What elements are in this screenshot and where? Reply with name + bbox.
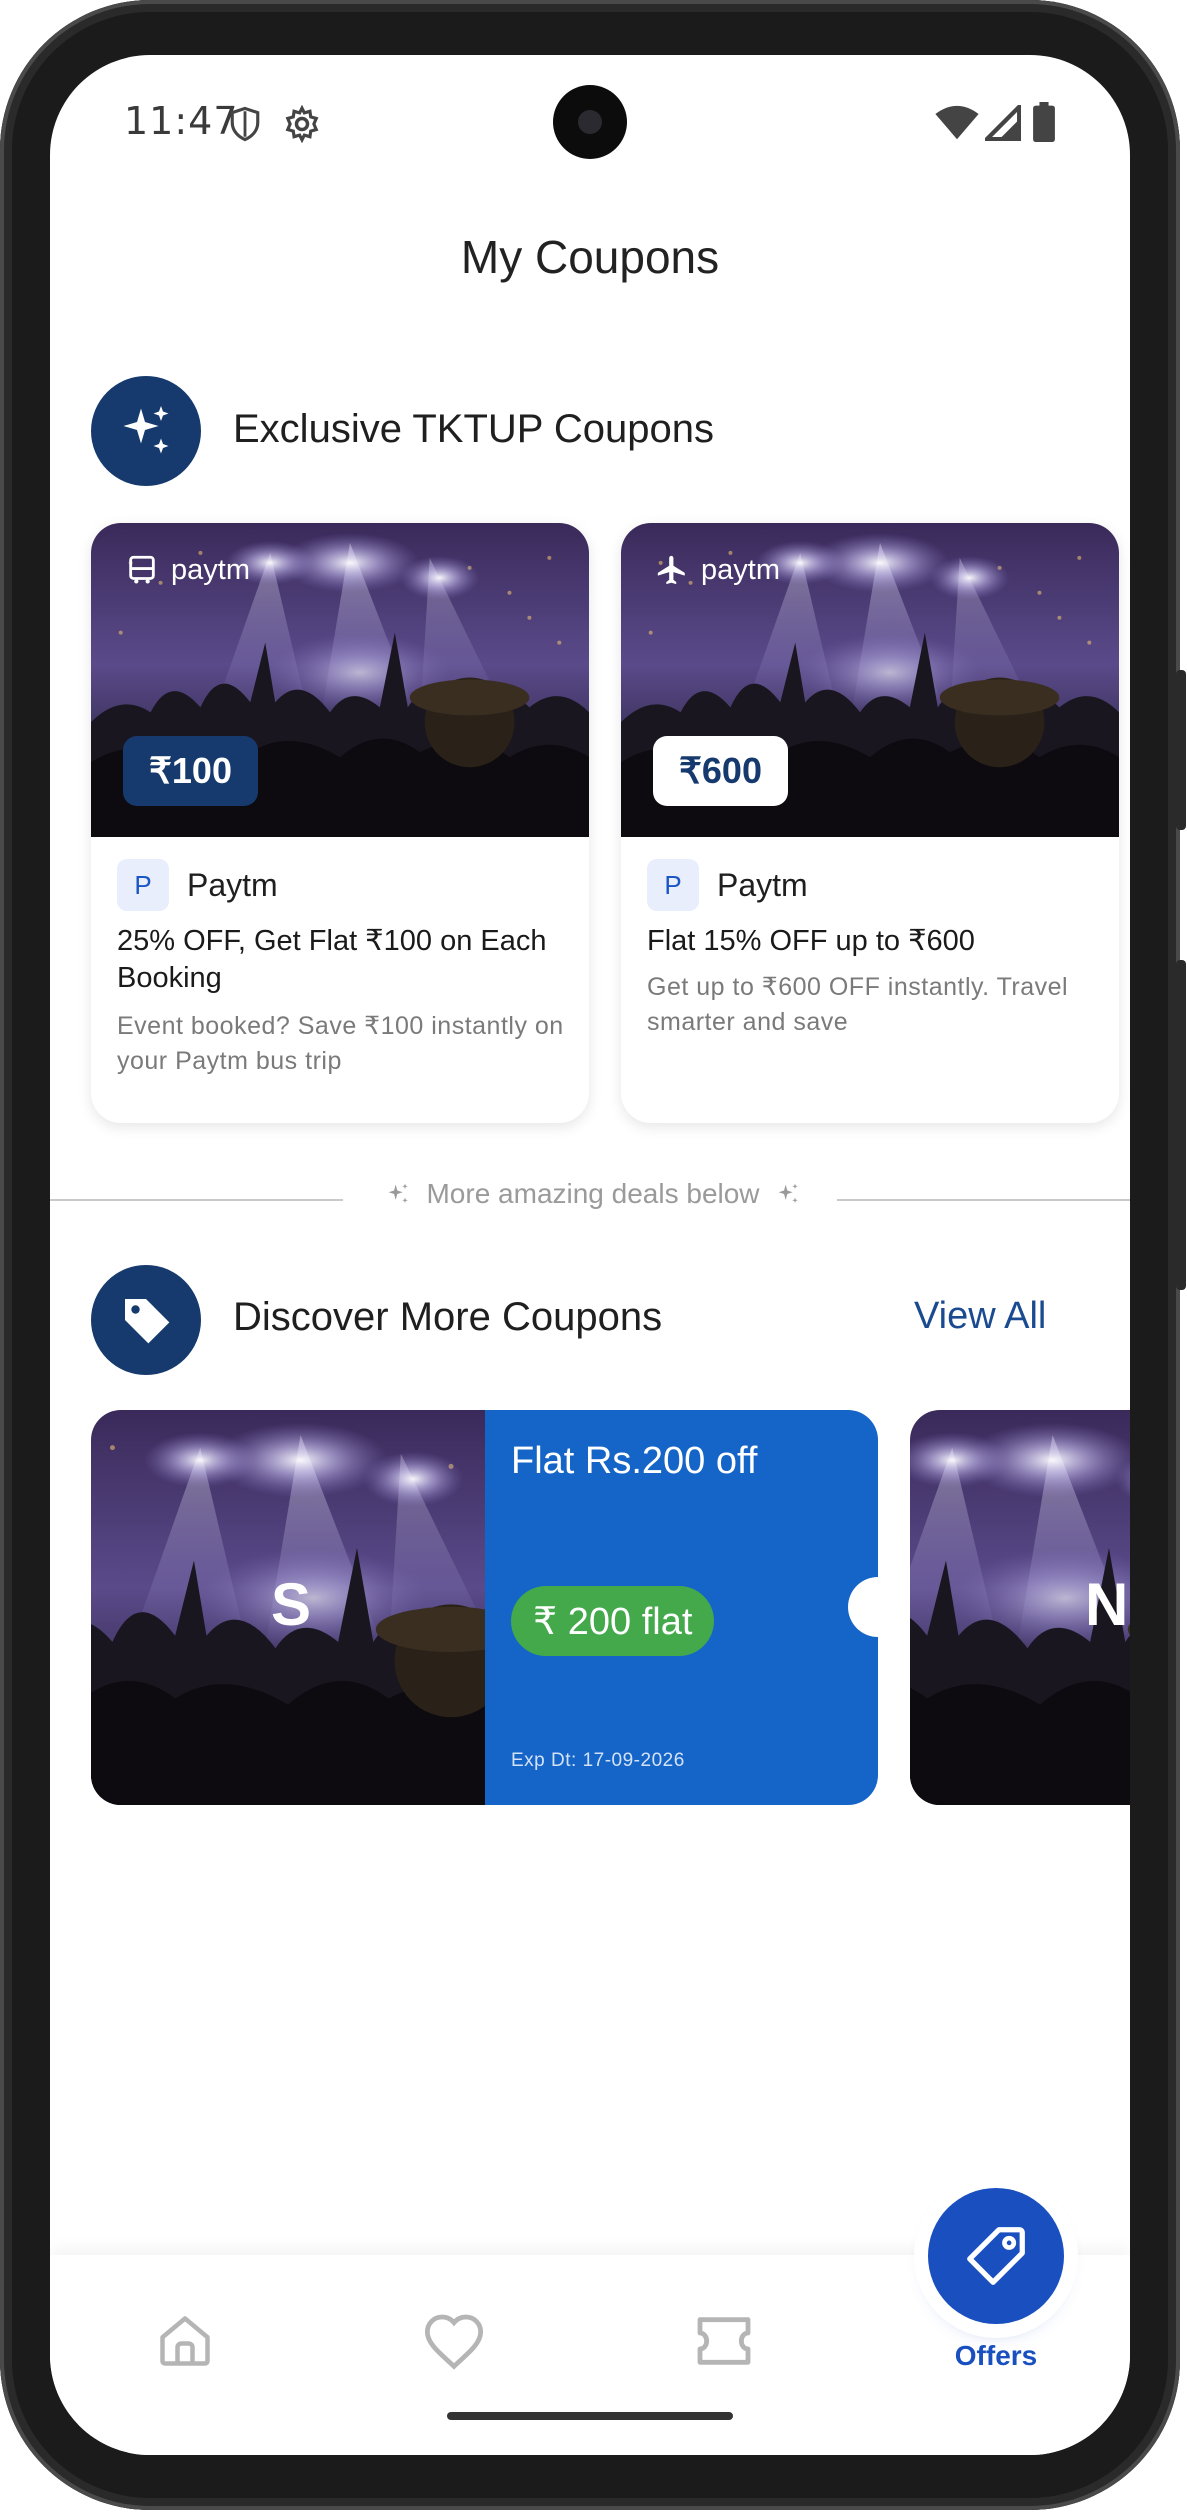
- ticket-icon[interactable]: [692, 2311, 756, 2371]
- heart-icon[interactable]: [422, 2311, 486, 2371]
- brand-top-label: paytm: [655, 553, 780, 587]
- coupon-headline: Flat 15% OFF up to ₹600: [647, 925, 975, 957]
- offers-nav-label[interactable]: Offers: [910, 2340, 1082, 2372]
- status-time: 11:47: [124, 99, 239, 143]
- side-button: [1176, 960, 1186, 1290]
- divider-line-right: [837, 1199, 1130, 1201]
- brand-logo: P: [117, 859, 169, 911]
- ticket-body: Flat Rs.200 off ₹ 200 flat Exp Dt: 17-09…: [485, 1410, 878, 1805]
- brand-top-text: paytm: [701, 553, 780, 586]
- exclusive-section-title: Exclusive TKTUP Coupons: [233, 407, 714, 451]
- offers-tag-icon: [967, 2227, 1025, 2285]
- screen: 11:47 My Coupons Exclusive TKTUP Coupons…: [50, 55, 1130, 2455]
- amount-badge: ₹600: [653, 736, 788, 806]
- expiry-date: Exp Dt: 17-09-2026: [511, 1750, 685, 1771]
- discover-section-icon: [91, 1265, 201, 1375]
- side-button: [1176, 670, 1186, 830]
- discover-section-title: Discover More Coupons: [233, 1295, 663, 1339]
- coupon-headline: 25% OFF, Get Flat ₹100 on Each Booking: [117, 925, 547, 994]
- coupon-description: Event booked? Save ₹100 instantly on you…: [117, 1012, 564, 1075]
- ticket-title: Flat Rs.200 off: [511, 1440, 758, 1482]
- brand-row: P Paytm: [117, 859, 278, 911]
- home-indicator[interactable]: [447, 2412, 733, 2420]
- bus-icon: [129, 555, 155, 584]
- sparkle-icon: [123, 406, 169, 454]
- brand-name: Paytm: [717, 866, 808, 903]
- status-bar: 11:47: [50, 55, 1130, 185]
- shield-icon: [230, 106, 260, 142]
- page-title: My Coupons: [460, 231, 720, 283]
- exclusive-coupon-card[interactable]: paytm ₹600 P Paytm Flat 15% OFF up to ₹6…: [621, 523, 1119, 1123]
- divider-label: More amazing deals below: [363, 1178, 823, 1210]
- divider-text: More amazing deals below: [426, 1178, 760, 1209]
- sparkle-icon: [778, 1183, 798, 1204]
- view-all-link[interactable]: View All: [914, 1295, 1046, 1338]
- exclusive-section-icon: [91, 376, 201, 486]
- discount-pill: ₹ 200 flat: [511, 1586, 715, 1656]
- offers-nav-button[interactable]: [928, 2188, 1064, 2324]
- tag-icon: [125, 1299, 170, 1344]
- coupon-ticket[interactable]: S Flat Rs.200 off ₹ 200 flat Exp Dt: 17-…: [91, 1410, 878, 1805]
- brand-name: Paytm: [187, 866, 278, 903]
- coupon-description: Get up to ₹600 OFF instantly. Travel sma…: [647, 973, 1069, 1036]
- home-icon[interactable]: [155, 2311, 215, 2371]
- signal-icon: [985, 105, 1021, 141]
- brand-top-label: paytm: [125, 553, 250, 587]
- event-initial: N: [1085, 1571, 1129, 1638]
- airplane-icon: [657, 555, 685, 585]
- event-initial: S: [271, 1571, 312, 1638]
- brand-row: P Paytm: [647, 859, 808, 911]
- sparkle-icon: [389, 1183, 409, 1204]
- brand-top-text: paytm: [171, 553, 250, 586]
- settings-icon: [285, 105, 319, 143]
- brand-logo: P: [647, 859, 699, 911]
- coupon-ticket[interactable]: N: [910, 1410, 1130, 1805]
- front-camera: [553, 85, 627, 159]
- battery-icon: [1033, 102, 1055, 142]
- divider-line-left: [50, 1199, 343, 1201]
- exclusive-coupon-card[interactable]: paytm ₹100 P Paytm 25% OFF, Get Flat ₹10…: [91, 523, 589, 1123]
- wifi-icon: [935, 105, 979, 140]
- amount-badge: ₹100: [123, 736, 258, 806]
